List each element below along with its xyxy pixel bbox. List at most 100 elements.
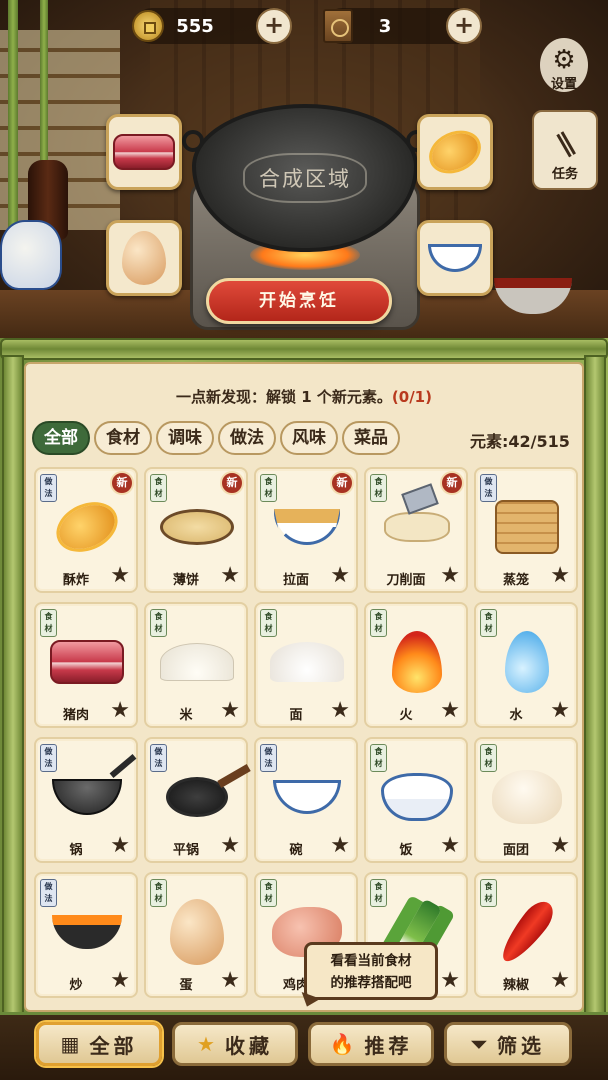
tab-ingredients[interactable]: 食材 xyxy=(94,421,152,455)
element-name: 锅 xyxy=(69,843,83,858)
wok-handle xyxy=(182,130,204,152)
favorite-star-icon[interactable]: ★ xyxy=(550,970,570,992)
element-name: 饭 xyxy=(399,843,413,858)
favorite-star-icon[interactable]: ★ xyxy=(110,565,130,587)
recipe-book-value: 3 xyxy=(378,15,392,37)
nav-recommend-button[interactable]: 🔥 推荐 xyxy=(308,1022,434,1066)
tab-flavors[interactable]: 风味 xyxy=(280,421,338,455)
favorite-star-icon[interactable]: ★ xyxy=(330,700,350,722)
element-card[interactable]: 食材新刀削面 ★ xyxy=(364,467,468,593)
water-icon xyxy=(505,631,549,693)
favorite-star-icon[interactable]: ★ xyxy=(330,835,350,857)
tab-all[interactable]: 全部 xyxy=(32,421,90,455)
element-card[interactable]: 做法碗 ★ xyxy=(254,737,358,863)
element-name: 刀削面 xyxy=(386,573,426,588)
favorite-star-icon[interactable]: ★ xyxy=(110,970,130,992)
element-name: 水 xyxy=(509,708,523,723)
favorite-star-icon[interactable]: ★ xyxy=(440,565,460,587)
element-name: 蛋 xyxy=(179,978,193,993)
fire-icon xyxy=(392,631,442,693)
chili-icon xyxy=(494,895,560,969)
start-cooking-button[interactable]: 开始烹饪 xyxy=(206,278,392,324)
element-card[interactable]: 做法锅 ★ xyxy=(34,737,138,863)
element-name: 平锅 xyxy=(172,843,199,858)
noodle-icon xyxy=(274,509,340,545)
input-slot-fried[interactable] xyxy=(417,114,493,190)
nav-all-button[interactable]: ▦ 全部 xyxy=(36,1022,162,1066)
gear-icon: ⚙ xyxy=(552,45,576,75)
bowl-icon xyxy=(273,780,341,814)
input-slot-egg[interactable] xyxy=(106,220,182,296)
element-name: 辣椒 xyxy=(502,978,529,993)
element-card[interactable]: 食材新薄饼 ★ xyxy=(144,467,248,593)
favorite-star-icon[interactable]: ★ xyxy=(220,700,240,722)
nav-label: 筛选 xyxy=(497,1033,545,1058)
element-name: 蒸笼 xyxy=(502,573,529,588)
discovery-progress: (0/1) xyxy=(391,388,432,406)
favorite-star-icon[interactable]: ★ xyxy=(550,565,570,587)
element-art xyxy=(490,895,564,969)
element-card[interactable]: 食材 猪肉 ★ xyxy=(34,602,138,728)
new-badge: 新 xyxy=(440,471,464,495)
nav-filter-button[interactable]: ⏷ 筛选 xyxy=(444,1022,572,1066)
element-name: 火 xyxy=(399,708,413,723)
element-card[interactable]: 食材水 ★ xyxy=(474,602,578,728)
favorite-star-icon[interactable]: ★ xyxy=(220,565,240,587)
favorite-star-icon[interactable]: ★ xyxy=(440,970,460,992)
tab-dishes[interactable]: 菜品 xyxy=(342,421,400,455)
element-card[interactable]: 做法 平锅 ★ xyxy=(144,737,248,863)
tab-seasoning[interactable]: 调味 xyxy=(156,421,214,455)
favorite-star-icon[interactable]: ★ xyxy=(440,700,460,722)
element-art xyxy=(380,493,454,561)
element-art xyxy=(160,763,234,831)
favorite-star-icon[interactable]: ★ xyxy=(550,700,570,722)
flame-icon: 🔥 xyxy=(329,1032,355,1056)
element-name: 面 xyxy=(289,708,303,723)
favorite-star-icon[interactable]: ★ xyxy=(220,835,240,857)
element-art xyxy=(160,898,234,966)
favorite-star-icon[interactable]: ★ xyxy=(330,565,350,587)
element-card[interactable]: 食材蛋 ★ xyxy=(144,872,248,998)
nav-label: 推荐 xyxy=(364,1033,413,1058)
favorite-star-icon[interactable]: ★ xyxy=(110,700,130,722)
add-books-button[interactable]: + xyxy=(446,8,482,44)
element-art xyxy=(490,628,564,696)
tasks-button[interactable]: ∥ 任务 xyxy=(532,110,598,190)
element-art xyxy=(50,763,124,831)
add-coins-button[interactable]: + xyxy=(256,8,292,44)
element-art xyxy=(160,493,234,561)
element-art xyxy=(50,898,124,966)
tab-methods[interactable]: 做法 xyxy=(218,421,276,455)
steamer-icon xyxy=(495,500,559,554)
element-card[interactable]: 食材火 ★ xyxy=(364,602,468,728)
favorite-star-icon[interactable]: ★ xyxy=(220,970,240,992)
element-art xyxy=(490,493,564,561)
element-card[interactable]: 食材米 ★ xyxy=(144,602,248,728)
pan-icon xyxy=(166,777,228,817)
dough-icon xyxy=(492,770,562,824)
wok-icon xyxy=(52,779,122,815)
element-card[interactable]: 做法新酥炸 ★ xyxy=(34,467,138,593)
input-slot-bowl[interactable] xyxy=(417,220,493,296)
element-card[interactable]: 食材 辣椒 ★ xyxy=(474,872,578,998)
nav-favorites-button[interactable]: ★ 收藏 xyxy=(172,1022,298,1066)
egg-icon xyxy=(170,899,224,965)
coin-counter: 555 + xyxy=(132,8,292,44)
favorite-star-icon[interactable]: ★ xyxy=(110,835,130,857)
element-name: 面团 xyxy=(502,843,529,858)
element-card[interactable]: 做法炒 ★ xyxy=(34,872,138,998)
element-card[interactable]: 食材饭 ★ xyxy=(364,737,468,863)
stirfry-icon xyxy=(52,915,122,949)
bamboo-pole xyxy=(2,355,24,1015)
favorite-star-icon[interactable]: ★ xyxy=(550,835,570,857)
element-card[interactable]: 食材 面团 ★ xyxy=(474,737,578,863)
element-art xyxy=(50,493,124,561)
element-card[interactable]: 食材面 ★ xyxy=(254,602,358,728)
element-name: 炒 xyxy=(69,978,83,993)
element-card[interactable]: 做法 蒸笼 ★ xyxy=(474,467,578,593)
settings-button[interactable]: ⚙ 设置 xyxy=(540,38,588,92)
favorite-star-icon[interactable]: ★ xyxy=(440,835,460,857)
input-slot-pork[interactable] xyxy=(106,114,182,190)
element-art xyxy=(160,628,234,696)
element-card[interactable]: 食材新拉面 ★ xyxy=(254,467,358,593)
